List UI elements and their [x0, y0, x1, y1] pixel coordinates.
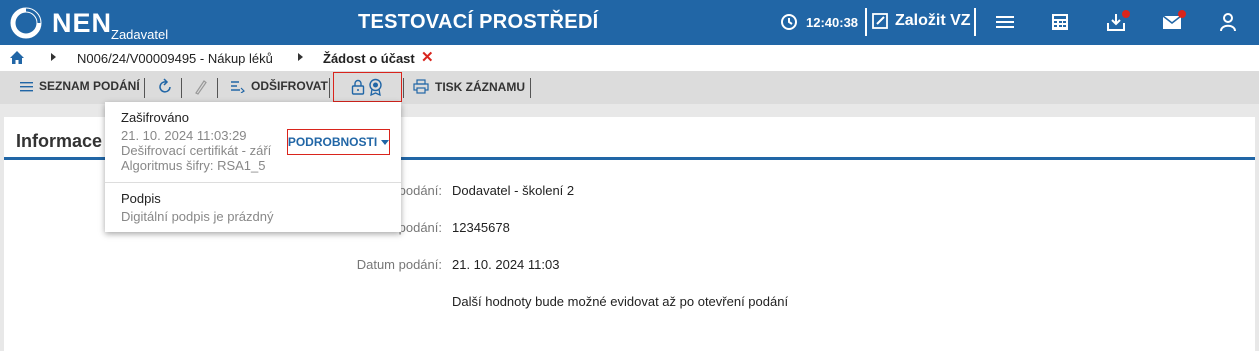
- field-label-date: Datum podání:: [356, 257, 442, 272]
- print-record-button[interactable]: TISK ZÁZNAMU: [413, 79, 525, 94]
- signature-title: Podpis: [121, 191, 161, 206]
- nen-logo-icon[interactable]: [10, 7, 42, 39]
- edit-icon: [872, 13, 888, 29]
- details-label: PODROBNOSTI: [287, 135, 378, 149]
- encryption-status-button[interactable]: [333, 72, 402, 102]
- notification-badge: [1178, 10, 1186, 18]
- certificate-icon: [369, 78, 382, 96]
- logo-text: NEN: [52, 8, 113, 38]
- notification-badge: [1122, 10, 1130, 18]
- toolbar-divider: [329, 78, 330, 98]
- toolbar-divider: [217, 78, 218, 98]
- lock-icon: [351, 79, 365, 95]
- new-vz-label: Založit VZ: [895, 12, 971, 29]
- print-record-label: TISK ZÁZNAMU: [435, 79, 525, 94]
- breadcrumb-arrow-icon: [298, 53, 303, 61]
- new-vz-button[interactable]: Založit VZ: [871, 12, 971, 30]
- field-value-submitter: Dodavatel - školení 2: [452, 183, 575, 198]
- toolbar-divider: [530, 78, 531, 98]
- popup-divider: [105, 182, 401, 183]
- list-icon: [20, 82, 33, 92]
- home-icon[interactable]: [10, 51, 24, 64]
- close-icon[interactable]: ✕: [421, 48, 434, 66]
- user-icon[interactable]: [1218, 12, 1238, 32]
- header-divider: [974, 8, 976, 36]
- decrypt-label: ODŠIFROVAT: [251, 79, 328, 93]
- toolbar: SEZNAM PODÁNÍ ODŠIFROVAT TISK ZÁZNAMU: [0, 71, 1259, 104]
- details-dropdown-button[interactable]: PODROBNOSTI: [287, 129, 390, 155]
- pencil-icon[interactable]: [193, 79, 208, 95]
- toolbar-divider: [403, 78, 404, 98]
- field-value-date: 21. 10. 2024 11:03: [452, 257, 560, 272]
- breadcrumb-arrow-icon: [51, 53, 56, 61]
- breadcrumb-item-current: Žádost o účast: [323, 51, 415, 66]
- submission-list-button[interactable]: SEZNAM PODÁNÍ: [20, 79, 140, 93]
- toolbar-divider: [144, 78, 145, 98]
- menu-icon[interactable]: [995, 12, 1015, 32]
- environment-title: TESTOVACÍ PROSTŘEDÍ: [358, 11, 599, 33]
- calculator-icon[interactable]: [1050, 12, 1070, 32]
- session-clock: 12:40:38: [806, 15, 859, 30]
- header-divider: [865, 8, 867, 36]
- clock-icon: [781, 14, 797, 30]
- signature-status: Digitální podpis je prázdný: [121, 209, 274, 224]
- printer-icon: [413, 79, 429, 94]
- refresh-icon[interactable]: [156, 78, 174, 96]
- encrypted-algorithm: Algoritmus šifry: RSA1_5: [121, 158, 266, 173]
- encrypted-date: 21. 10. 2024 11:03:29: [121, 128, 247, 143]
- field-value-id: 12345678: [452, 220, 510, 235]
- toolbar-divider: [181, 78, 182, 98]
- top-bar: NEN Zadavatel TESTOVACÍ PROSTŘEDÍ 12:40:…: [0, 0, 1259, 45]
- panel-title: Informace: [16, 131, 103, 151]
- encrypted-certificate: Dešifrovací certifikát - září: [121, 143, 272, 158]
- submission-list-label: SEZNAM PODÁNÍ: [39, 79, 140, 93]
- decrypt-button[interactable]: ODŠIFROVAT: [230, 79, 328, 93]
- breadcrumb: N006/24/V00009495 - Nákup léků Žádost o …: [0, 45, 1259, 71]
- decrypt-icon: [231, 81, 245, 93]
- breadcrumb-item-tender[interactable]: N006/24/V00009495 - Nákup léků: [77, 51, 273, 66]
- chevron-down-icon: [381, 139, 390, 145]
- info-note: Další hodnoty bude možné evidovat až po …: [452, 294, 789, 309]
- encryption-info-popup: Zašifrováno 21. 10. 2024 11:03:29 Dešifr…: [105, 102, 401, 232]
- encrypted-title: Zašifrováno: [121, 110, 189, 125]
- logo-subtitle: Zadavatel: [111, 27, 169, 42]
